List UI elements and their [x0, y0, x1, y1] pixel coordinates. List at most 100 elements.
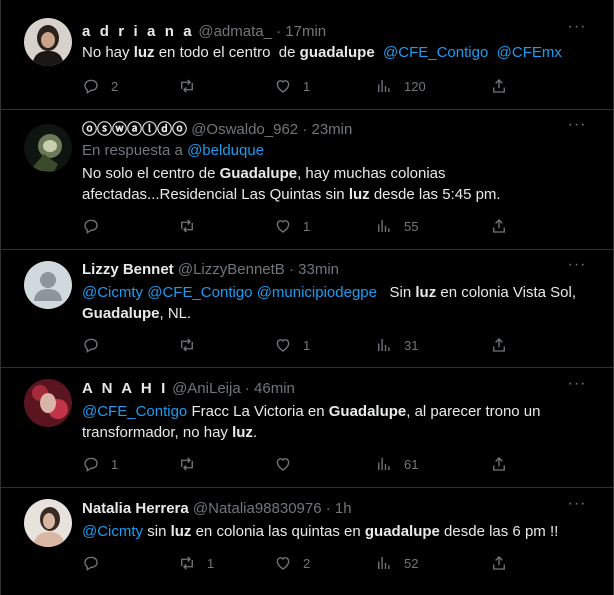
share-icon	[493, 79, 505, 93]
heart-icon	[276, 80, 290, 93]
view-count: 61	[404, 456, 419, 472]
text-segment: Sin	[377, 284, 416, 301]
reply-button[interactable]	[82, 553, 111, 573]
mention-link[interactable]: @CFE_Contigo	[82, 403, 187, 420]
more-options-icon[interactable]: ···	[567, 117, 587, 140]
retweet-button[interactable]	[178, 454, 207, 474]
display-name[interactable]: a d r i a n a	[82, 23, 194, 40]
text-segment	[488, 44, 496, 61]
display-name[interactable]: Lizzy Bennet	[82, 261, 174, 278]
views-button[interactable]: 55	[375, 216, 418, 236]
avatar[interactable]	[24, 499, 72, 547]
text-segment: en colonia Vista Sol,	[436, 284, 581, 301]
like-button[interactable]: 1	[274, 335, 310, 355]
mention-link[interactable]: @CFE_Contigo	[383, 44, 488, 61]
highlighted-keyword: luz	[415, 284, 437, 301]
more-options-icon[interactable]: ···	[567, 257, 587, 280]
view-count: 31	[404, 337, 419, 353]
text-segment: desde las 6 pm !!	[439, 523, 559, 540]
avatar[interactable]	[24, 18, 72, 66]
share-button[interactable]	[490, 216, 508, 236]
more-options-icon[interactable]: ···	[567, 376, 587, 399]
user-handle[interactable]: @admata_	[198, 23, 272, 40]
tweet[interactable]: A N A H I @AniLeija · 46min ··· @CFE_Con…	[1, 368, 613, 488]
share-button[interactable]	[490, 454, 508, 474]
tweet[interactable]: Natalia Herrera @Natalia98830976 · 1h ··…	[1, 488, 613, 595]
more-options-icon[interactable]: ···	[567, 19, 587, 42]
user-handle[interactable]: @LizzyBennetB	[178, 261, 285, 278]
views-button[interactable]: 120	[375, 76, 426, 96]
mention-link[interactable]: @Cicmty	[82, 523, 143, 540]
more-options-icon[interactable]: ···	[567, 496, 587, 519]
tweet-actions: 2 1 120	[82, 76, 522, 96]
user-handle[interactable]: @AniLeija	[172, 380, 241, 397]
reply-icon	[84, 219, 98, 234]
views-chart-icon	[378, 557, 390, 569]
highlighted-keyword: luz	[133, 44, 155, 61]
views-chart-icon	[378, 458, 390, 470]
tweet-header: ⓞⓢⓦⓐⓛⓓⓞ @Oswaldo_962 · 23min	[82, 120, 573, 140]
retweet-icon	[181, 556, 193, 570]
avatar[interactable]	[24, 261, 72, 309]
reply-button[interactable]	[82, 216, 111, 236]
timestamp[interactable]: 33min	[298, 261, 339, 278]
avatar-photo-oswaldo	[24, 124, 72, 172]
like-count: 1	[303, 337, 311, 353]
retweet-icon	[181, 219, 193, 233]
mention-link[interactable]: @CFEmx	[497, 44, 562, 61]
reply-button[interactable]: 1	[82, 454, 118, 474]
mention-link[interactable]: @Cicmty	[82, 284, 143, 301]
tweet-text: @Cicmty sin luz en colonia las quintas e…	[82, 521, 592, 542]
text-segment: .	[252, 424, 258, 441]
display-name[interactable]: A N A H I	[82, 380, 168, 397]
timestamp[interactable]: 1h	[335, 500, 352, 517]
mention-link[interactable]: @municipiodegpe	[257, 284, 377, 301]
tweet[interactable]: ⓞⓢⓦⓐⓛⓓⓞ @Oswaldo_962 · 23min ··· En resp…	[1, 110, 613, 250]
like-button[interactable]	[274, 454, 303, 474]
retweet-button[interactable]	[178, 216, 207, 236]
tweet-feed: a d r i a n a @admata_ · 17min ··· No ha…	[0, 0, 614, 595]
views-button[interactable]: 61	[375, 454, 418, 474]
like-button[interactable]: 1	[274, 76, 310, 96]
reply-icon	[84, 79, 98, 94]
views-button[interactable]: 52	[375, 553, 418, 573]
tweet-header: A N A H I @AniLeija · 46min	[82, 379, 573, 399]
like-button[interactable]: 1	[274, 216, 310, 236]
text-segment: desde las 5:45 pm.	[369, 186, 501, 203]
retweet-button[interactable]	[178, 76, 207, 96]
text-segment: en todo el centro de	[154, 44, 300, 61]
text-segment: , NL.	[159, 305, 192, 322]
highlighted-keyword: luz	[348, 186, 370, 203]
retweet-icon	[181, 457, 193, 471]
share-button[interactable]	[490, 76, 508, 96]
display-name[interactable]: ⓞⓢⓦⓐⓛⓓⓞ	[82, 121, 187, 138]
share-button[interactable]	[490, 335, 508, 355]
highlighted-keyword: Guadalupe	[328, 403, 407, 420]
timestamp[interactable]: 23min	[312, 121, 353, 138]
highlighted-keyword: luz	[232, 424, 253, 441]
retweet-button[interactable]: 1	[178, 553, 214, 573]
reply-button[interactable]	[82, 335, 111, 355]
highlighted-keyword: luz	[170, 523, 192, 540]
heart-icon	[276, 458, 290, 471]
share-button[interactable]	[490, 553, 508, 573]
mention-link[interactable]: @CFE_Contigo	[147, 284, 252, 301]
reply-to-mention[interactable]: @belduque	[187, 142, 264, 159]
avatar[interactable]	[24, 379, 72, 427]
user-handle[interactable]: @Oswaldo_962	[191, 121, 298, 138]
display-name[interactable]: Natalia Herrera	[82, 500, 189, 517]
reply-button[interactable]: 2	[82, 76, 118, 96]
avatar[interactable]	[24, 124, 72, 172]
retweet-button[interactable]	[178, 335, 207, 355]
tweet-text: @Cicmty @CFE_Contigo @municipiodegpe Sin…	[82, 282, 592, 324]
timestamp[interactable]: 17min	[285, 23, 326, 40]
like-button[interactable]: 2	[274, 553, 310, 573]
reply-to-label: En respuesta a	[82, 142, 188, 159]
tweet[interactable]: Lizzy Bennet @LizzyBennetB · 33min ··· @…	[1, 250, 613, 368]
reply-icon	[84, 457, 98, 472]
tweet[interactable]: a d r i a n a @admata_ · 17min ··· No ha…	[1, 0, 613, 110]
text-segment: No solo el centro de	[82, 165, 220, 182]
timestamp[interactable]: 46min	[254, 380, 295, 397]
views-button[interactable]: 31	[375, 335, 418, 355]
user-handle[interactable]: @Natalia98830976	[193, 500, 322, 517]
